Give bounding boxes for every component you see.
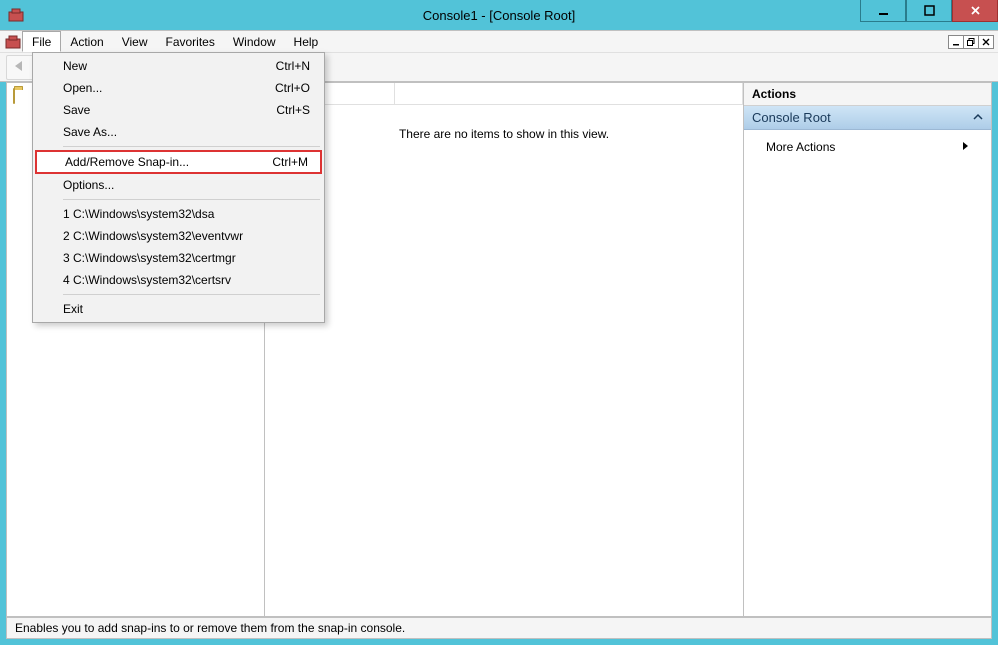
menu-file[interactable]: File xyxy=(22,31,61,52)
file-menu-dropdown: New Ctrl+N Open... Ctrl+O Save Ctrl+S Save … xyxy=(32,52,325,323)
menu-separator xyxy=(63,294,320,295)
empty-text: There are no items to show in this view. xyxy=(399,127,609,616)
menu-separator xyxy=(63,199,320,200)
list-empty-area: There are no items to show in this view. xyxy=(265,105,743,616)
menu-open[interactable]: Open... Ctrl+O xyxy=(35,77,322,99)
menu-save-as[interactable]: Save As... xyxy=(35,121,322,143)
menu-label: 1 C:\Windows\system32\dsa xyxy=(63,207,214,221)
folder-icon xyxy=(13,89,15,103)
menu-recent-2[interactable]: 2 C:\Windows\system32\eventvwr xyxy=(35,225,322,247)
action-label: More Actions xyxy=(766,140,835,154)
menu-label: 2 C:\Windows\system32\eventvwr xyxy=(63,229,243,243)
app-icon xyxy=(8,7,24,23)
menu-recent-1[interactable]: 1 C:\Windows\system32\dsa xyxy=(35,203,322,225)
submenu-icon xyxy=(961,140,969,154)
menu-label: Save As... xyxy=(63,125,117,139)
mdi-minimize-button[interactable] xyxy=(948,35,964,49)
menu-shortcut: Ctrl+O xyxy=(275,81,310,95)
menu-label: Save xyxy=(63,103,90,117)
menu-options[interactable]: Options... xyxy=(35,174,322,196)
back-icon[interactable] xyxy=(11,58,29,77)
menu-label: Open... xyxy=(63,81,102,95)
menu-label: Exit xyxy=(63,302,83,316)
menu-shortcut: Ctrl+N xyxy=(276,59,310,73)
window-border-bottom xyxy=(0,639,998,645)
mdi-controls xyxy=(949,31,998,52)
menu-save[interactable]: Save Ctrl+S xyxy=(35,99,322,121)
maximize-button[interactable] xyxy=(906,0,952,22)
menu-separator xyxy=(63,146,320,147)
mmc-icon xyxy=(4,31,22,52)
menu-add-remove-snapin[interactable]: Add/Remove Snap-in... Ctrl+M xyxy=(35,150,322,174)
menu-help[interactable]: Help xyxy=(285,31,328,52)
menu-shortcut: Ctrl+M xyxy=(272,155,308,169)
statusbar: Enables you to add snap-ins to or remove… xyxy=(6,617,992,639)
menu-action[interactable]: Action xyxy=(61,31,112,52)
minimize-button[interactable] xyxy=(860,0,906,22)
menu-exit[interactable]: Exit xyxy=(35,298,322,320)
menu-label: Add/Remove Snap-in... xyxy=(65,155,189,169)
menu-new[interactable]: New Ctrl+N xyxy=(35,55,322,77)
mmc-window: Console1 - [Console Root] File Action Vi… xyxy=(0,0,998,645)
menu-shortcut: Ctrl+S xyxy=(276,103,310,117)
window-controls xyxy=(860,0,998,22)
menu-recent-3[interactable]: 3 C:\Windows\system32\certmgr xyxy=(35,247,322,269)
actions-section-label: Console Root xyxy=(752,110,831,125)
mdi-restore-button[interactable] xyxy=(963,35,979,49)
status-text: Enables you to add snap-ins to or remove… xyxy=(15,621,405,635)
menu-label: 3 C:\Windows\system32\certmgr xyxy=(63,251,236,265)
list-column[interactable] xyxy=(395,83,743,104)
actions-items: More Actions xyxy=(744,130,991,164)
actions-section-header[interactable]: Console Root xyxy=(744,106,991,130)
menu-window[interactable]: Window xyxy=(224,31,285,52)
list-header[interactable] xyxy=(265,83,743,105)
collapse-icon[interactable] xyxy=(973,110,983,125)
menu-label: Options... xyxy=(63,178,114,192)
mdi-close-button[interactable] xyxy=(978,35,994,49)
menu-favorites[interactable]: Favorites xyxy=(157,31,224,52)
menubar: File Action View Favorites Window Help xyxy=(0,30,998,52)
nav-buttons xyxy=(6,55,34,80)
window-title: Console1 - [Console Root] xyxy=(423,8,575,23)
actions-pane: Actions Console Root More Actions xyxy=(743,83,991,616)
actions-title: Actions xyxy=(744,83,991,106)
center-pane: There are no items to show in this view. xyxy=(265,83,743,616)
menu-label: 4 C:\Windows\system32\certsrv xyxy=(63,273,231,287)
action-more[interactable]: More Actions xyxy=(748,136,987,158)
titlebar: Console1 - [Console Root] xyxy=(0,0,998,30)
menu-view[interactable]: View xyxy=(113,31,157,52)
close-button[interactable] xyxy=(952,0,998,22)
menu-recent-4[interactable]: 4 C:\Windows\system32\certsrv xyxy=(35,269,322,291)
menu-label: New xyxy=(63,59,87,73)
